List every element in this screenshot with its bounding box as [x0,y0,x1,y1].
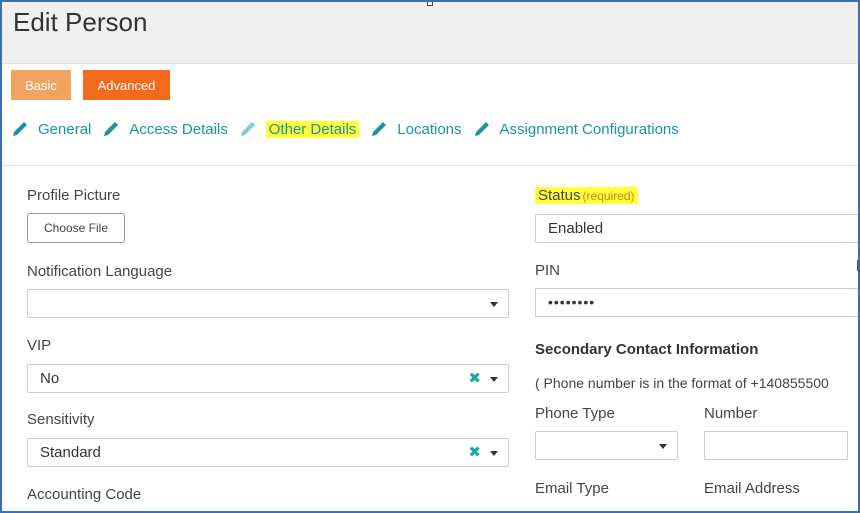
clear-x-icon[interactable]: ✖ [468,439,481,466]
profile-picture-label: Profile Picture [27,187,121,204]
select-value: Enabled [548,220,604,237]
phone-type-select[interactable] [535,431,678,460]
section-tabs: General Access Details Other Details Loc… [10,117,689,141]
chevron-down-icon[interactable] [659,444,667,449]
number-field[interactable] [704,431,848,460]
page-title: Edit Person [13,7,148,37]
chevron-down-icon[interactable] [490,451,498,456]
notification-language-label: Notification Language [27,263,173,280]
tab-label: General [38,120,92,138]
tab-label: Assignment Configurations [499,120,679,138]
tabs-divider [2,165,858,166]
clear-x-icon[interactable]: ✖ [468,365,481,392]
phone-type-label: Phone Type [535,405,615,422]
vip-label: VIP [27,337,52,354]
tab-label: Locations [397,120,462,138]
edit-person-window: Edit Person Basic Advanced General Acces… [0,0,860,513]
pencil-icon [372,122,387,136]
tab-other-details[interactable]: Other Details [238,119,360,139]
title-bar: Edit Person [2,2,858,64]
pencil-icon [13,122,27,136]
vip-select[interactable]: No ✖ [27,364,509,393]
status-label-highlight: Status (required) [535,187,638,204]
sensitivity-select[interactable]: Standard ✖ [27,438,509,467]
pencil-icon [104,122,119,136]
required-indicator: (required) [582,189,635,203]
secondary-contact-heading: Secondary Contact Information [535,341,759,358]
sensitivity-label: Sensitivity [27,411,95,428]
select-value: No [40,370,60,387]
pin-field[interactable]: •••••••• [535,288,858,317]
status-select[interactable]: Enabled [535,214,858,243]
choose-file-button[interactable]: Choose File [27,213,125,243]
tab-access-details[interactable]: Access Details [101,119,228,139]
status-label: Status (required) [535,187,638,204]
accounting-code-label: Accounting Code [27,486,142,503]
notification-language-select[interactable] [27,289,509,318]
basic-mode-button[interactable]: Basic [11,70,71,100]
phone-format-hint: ( Phone number is in the format of +1408… [535,375,829,391]
select-value: Standard [40,444,101,461]
chevron-down-icon[interactable] [490,377,498,382]
email-address-label: Email Address [704,480,800,497]
status-label-text: Status [538,187,581,204]
resize-handle[interactable] [427,2,433,6]
email-type-label: Email Type [535,480,609,497]
number-label: Number [704,405,758,422]
tab-label: Other Details [265,120,360,138]
pin-label: PIN [535,262,561,279]
tab-locations[interactable]: Locations [369,119,462,139]
tab-general[interactable]: General [10,119,91,139]
advanced-mode-button[interactable]: Advanced [83,70,170,100]
pencil-icon [240,122,255,136]
tab-assignment-configurations[interactable]: Assignment Configurations [472,119,679,139]
pencil-icon [474,122,489,136]
tab-label: Access Details [129,120,228,138]
chevron-down-icon[interactable] [490,302,498,307]
